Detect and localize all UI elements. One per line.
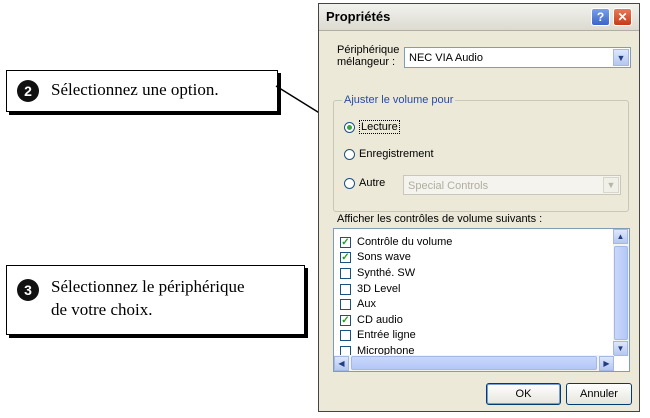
checkbox-checked-icon[interactable]: ✓ — [340, 236, 351, 248]
mixer-device-value: NEC VIA Audio — [409, 52, 483, 64]
list-item[interactable]: Entrée ligne — [340, 328, 416, 342]
radio-label: Autre — [359, 177, 386, 189]
list-item-label: 3D Level — [357, 283, 401, 295]
callout-select-option: 2 Sélectionnez une option. — [6, 70, 278, 112]
checkbox-checked-icon[interactable]: ✓ — [340, 251, 351, 263]
radio-label: Enregistrement — [359, 148, 434, 160]
radio-lecture[interactable]: Lecture — [344, 120, 400, 134]
radio-autre[interactable]: Autre — [344, 177, 385, 189]
scroll-thumb[interactable] — [614, 246, 628, 340]
cancel-label: Annuler — [580, 388, 618, 400]
horizontal-scrollbar[interactable]: ◀ ▶ — [334, 355, 614, 371]
list-item[interactable]: 3D Level — [340, 282, 400, 296]
list-item-label: Aux — [357, 298, 376, 310]
callout-text-line: Sélectionnez le périphérique — [51, 277, 245, 296]
radio-icon — [344, 148, 355, 160]
chevron-down-icon[interactable]: ▼ — [613, 341, 628, 356]
checkbox-icon[interactable] — [340, 283, 351, 295]
callout-text: Sélectionnez une option. — [51, 80, 219, 99]
list-item[interactable]: ✓ CD audio — [340, 313, 403, 327]
list-label: Afficher les contrôles de volume suivant… — [337, 213, 543, 225]
list-item[interactable]: Synthé. SW — [340, 266, 415, 280]
chevron-right-icon[interactable]: ▶ — [599, 356, 614, 371]
list-item-label: Sons wave — [357, 251, 411, 263]
mixer-label-line: mélangeur : — [337, 56, 396, 68]
chevron-left-icon[interactable]: ◀ — [334, 356, 349, 371]
group-label: Ajuster le volume pour — [342, 94, 456, 106]
checkbox-checked-icon[interactable]: ✓ — [340, 314, 351, 326]
checkbox-icon[interactable] — [340, 298, 351, 310]
radio-enregistrement[interactable]: Enregistrement — [344, 148, 434, 160]
chevron-down-icon[interactable]: ▼ — [613, 49, 629, 66]
other-device-select[interactable]: Special Controls ▼ — [403, 175, 621, 195]
callout-select-device: 3 Sélectionnez le périphérique de votre … — [6, 265, 305, 335]
callout-text-line: de votre choix. — [51, 300, 153, 319]
list-item-label: Synthé. SW — [357, 267, 416, 279]
mixer-device-label: Périphérique mélangeur : — [337, 44, 399, 68]
checkbox-icon[interactable] — [340, 329, 351, 341]
volume-controls-list[interactable]: ✓ Contrôle du volume ✓ Sons wave Synthé.… — [333, 228, 630, 372]
radio-selected-icon — [344, 121, 355, 133]
list-item-label: Contrôle du volume — [357, 236, 453, 248]
list-item[interactable]: Aux — [340, 297, 376, 311]
close-button[interactable]: ✕ — [613, 8, 632, 26]
dialog-title: Propriétés — [326, 9, 391, 24]
chevron-up-icon[interactable]: ▲ — [613, 229, 628, 244]
list-item[interactable]: ✓ Sons wave — [340, 250, 411, 264]
callout-text: Sélectionnez le périphérique de votre ch… — [51, 275, 245, 321]
ok-label: OK — [515, 388, 532, 400]
list-item[interactable]: ✓ Contrôle du volume — [340, 235, 452, 249]
mixer-device-select[interactable]: NEC VIA Audio ▼ — [404, 47, 631, 68]
radio-label: Lecture — [359, 120, 400, 134]
mixer-label-line: Périphérique — [337, 44, 400, 56]
title-bar[interactable]: Propriétés ? ✕ — [319, 4, 639, 31]
help-button[interactable]: ? — [591, 8, 610, 26]
chevron-down-icon[interactable]: ▼ — [603, 177, 619, 193]
properties-dialog: Propriétés ? ✕ Périphérique mélangeur : … — [318, 3, 640, 412]
ok-button[interactable]: OK — [486, 383, 561, 405]
step-number-badge: 3 — [17, 279, 39, 301]
cancel-button[interactable]: Annuler — [566, 383, 632, 405]
scroll-thumb[interactable] — [351, 356, 597, 370]
list-item-label: Entrée ligne — [357, 329, 416, 341]
close-icon: ✕ — [617, 10, 628, 24]
radio-icon — [344, 177, 355, 189]
step-number-badge: 2 — [17, 80, 39, 102]
other-device-value: Special Controls — [408, 180, 489, 192]
checkbox-icon[interactable] — [340, 267, 351, 279]
list-item-label: CD audio — [357, 314, 403, 326]
help-icon: ? — [596, 10, 605, 24]
vertical-scrollbar[interactable]: ▲ ▼ — [613, 229, 629, 356]
volume-adjust-group: Ajuster le volume pour Lecture Enregistr… — [333, 94, 629, 212]
